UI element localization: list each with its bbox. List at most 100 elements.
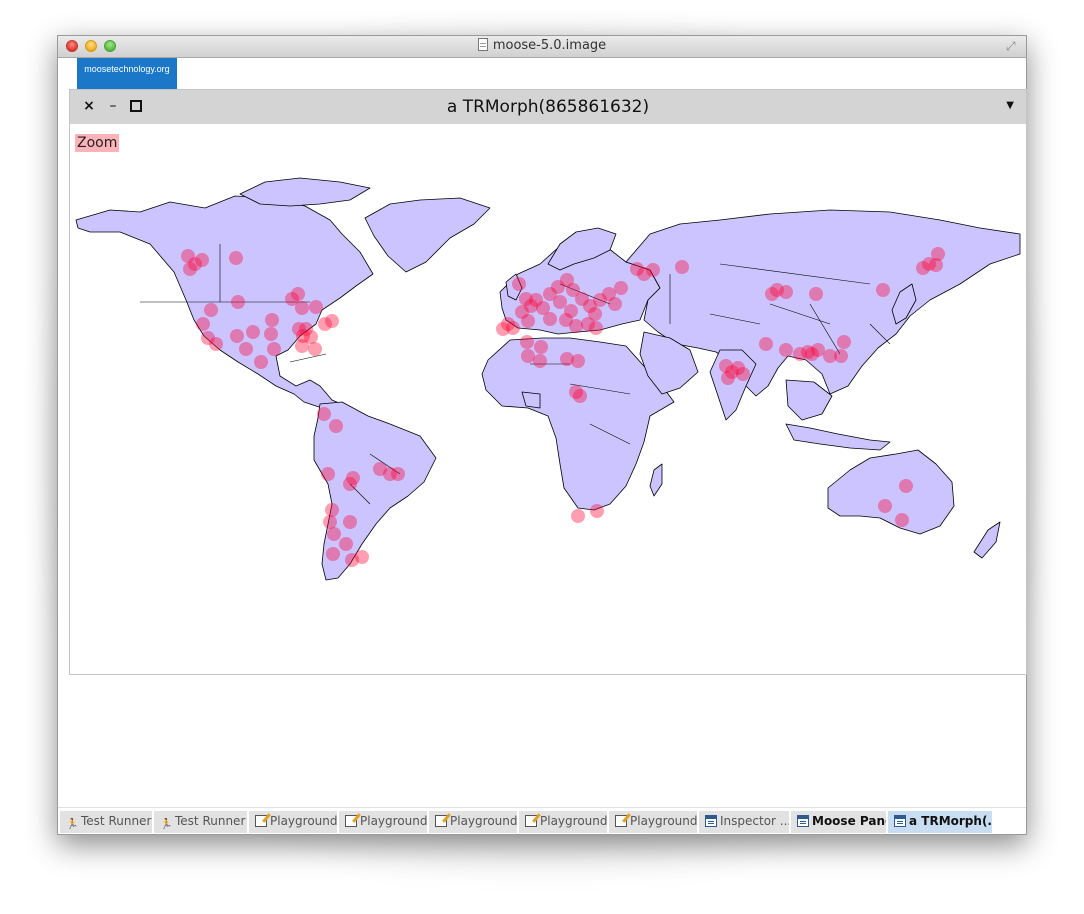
location-marker[interactable]: [736, 367, 750, 381]
taskbar-item[interactable]: a TRMorph(...: [888, 811, 992, 833]
location-marker[interactable]: [811, 343, 825, 357]
location-marker[interactable]: [899, 479, 913, 493]
playground-icon: [345, 815, 357, 827]
location-marker[interactable]: [759, 337, 773, 351]
taskbar-item-label: a TRMorph(...: [909, 814, 992, 828]
location-marker[interactable]: [569, 319, 583, 333]
location-marker[interactable]: [295, 301, 309, 315]
location-marker[interactable]: [291, 287, 305, 301]
window-menu-arrow-icon[interactable]: ▼: [1006, 100, 1014, 111]
location-marker[interactable]: [878, 499, 892, 513]
playground-icon: [255, 815, 267, 827]
location-marker[interactable]: [496, 322, 510, 336]
location-marker[interactable]: [339, 537, 353, 551]
location-marker[interactable]: [295, 339, 309, 353]
location-marker[interactable]: [326, 547, 340, 561]
location-marker[interactable]: [264, 327, 278, 341]
new-zealand: [973, 521, 1001, 559]
location-marker[interactable]: [254, 355, 268, 369]
location-marker[interactable]: [231, 295, 245, 309]
location-marker[interactable]: [608, 297, 622, 311]
location-marker[interactable]: [521, 349, 535, 363]
location-marker[interactable]: [553, 295, 567, 309]
location-marker[interactable]: [533, 354, 547, 368]
location-marker[interactable]: [929, 258, 943, 272]
zoom-button[interactable]: Zoom: [75, 134, 120, 152]
location-marker[interactable]: [571, 354, 585, 368]
os-titlebar[interactable]: moose-5.0.image ⤢: [58, 36, 1026, 58]
trmorph-titlebar[interactable]: × – a TRMorph(865861632) ▼: [70, 90, 1026, 124]
fullscreen-icon[interactable]: ⤢: [1006, 40, 1020, 52]
window-icon: [705, 815, 717, 827]
taskbar-item[interactable]: 🏃 Test Runner: [154, 811, 247, 833]
location-marker[interactable]: [265, 313, 279, 327]
location-marker[interactable]: [308, 342, 322, 356]
location-marker[interactable]: [183, 262, 197, 276]
location-marker[interactable]: [196, 317, 210, 331]
location-marker[interactable]: [543, 312, 557, 326]
runner-icon: 🏃: [160, 819, 173, 830]
taskbar-item[interactable]: Playground: [249, 811, 337, 833]
taskbar-item-label: Playground: [360, 814, 427, 828]
location-marker[interactable]: [571, 509, 585, 523]
location-marker[interactable]: [327, 527, 341, 541]
location-marker[interactable]: [329, 419, 343, 433]
location-marker[interactable]: [573, 389, 587, 403]
location-marker[interactable]: [267, 342, 281, 356]
location-marker[interactable]: [355, 550, 369, 564]
os-window: moose-5.0.image ⤢ moosetechnology.org × …: [57, 35, 1027, 835]
location-marker[interactable]: [564, 304, 578, 318]
location-marker[interactable]: [317, 407, 331, 421]
trmorph-window: × – a TRMorph(865861632) ▼ Zoom: [69, 89, 1027, 675]
location-marker[interactable]: [325, 314, 339, 328]
taskbar-item[interactable]: Playground: [609, 811, 697, 833]
taskbar: 🏃 Test Runner 🏃 Test Runner Playground Playgr…: [58, 807, 1026, 834]
playground-icon: [435, 815, 447, 827]
location-marker[interactable]: [309, 300, 323, 314]
location-marker[interactable]: [779, 343, 793, 357]
taskbar-item-label: Playground: [270, 814, 337, 828]
location-marker[interactable]: [512, 277, 526, 291]
location-marker[interactable]: [391, 467, 405, 481]
location-marker[interactable]: [321, 467, 335, 481]
taskbar-item[interactable]: Inspector ...: [699, 811, 789, 833]
document-icon: [477, 38, 488, 51]
moose-logo: moosetechnology.org: [77, 58, 177, 90]
location-marker[interactable]: [589, 321, 603, 335]
location-marker[interactable]: [246, 325, 260, 339]
taskbar-item-label: Playground: [450, 814, 517, 828]
taskbar-item-label: Test Runner: [175, 814, 246, 828]
location-marker[interactable]: [325, 503, 339, 517]
playground-icon: [615, 815, 627, 827]
location-marker[interactable]: [721, 371, 735, 385]
taskbar-item[interactable]: Moose Panel: [791, 811, 886, 833]
taskbar-item[interactable]: Playground: [519, 811, 607, 833]
world-map[interactable]: [70, 124, 1026, 674]
location-marker[interactable]: [590, 504, 604, 518]
location-marker[interactable]: [521, 314, 535, 328]
madagascar: [649, 463, 663, 497]
location-marker[interactable]: [646, 263, 660, 277]
location-marker[interactable]: [895, 513, 909, 527]
taskbar-item[interactable]: Playground: [339, 811, 427, 833]
location-marker[interactable]: [239, 342, 253, 356]
taskbar-item[interactable]: 🏃 Test Runner: [60, 811, 152, 833]
location-marker[interactable]: [779, 285, 793, 299]
taskbar-item[interactable]: Playground: [429, 811, 517, 833]
location-marker[interactable]: [204, 303, 218, 317]
location-marker[interactable]: [346, 471, 360, 485]
os-window-title-text: moose-5.0.image: [492, 38, 607, 53]
location-marker[interactable]: [323, 515, 337, 529]
location-marker[interactable]: [209, 337, 223, 351]
location-marker[interactable]: [520, 335, 534, 349]
location-marker[interactable]: [675, 260, 689, 274]
location-marker[interactable]: [343, 515, 357, 529]
location-marker[interactable]: [837, 335, 851, 349]
location-marker[interactable]: [834, 349, 848, 363]
location-marker[interactable]: [534, 340, 548, 354]
location-marker[interactable]: [809, 287, 823, 301]
location-marker[interactable]: [230, 329, 244, 343]
location-marker[interactable]: [614, 281, 628, 295]
location-marker[interactable]: [876, 283, 890, 297]
location-marker[interactable]: [229, 251, 243, 265]
